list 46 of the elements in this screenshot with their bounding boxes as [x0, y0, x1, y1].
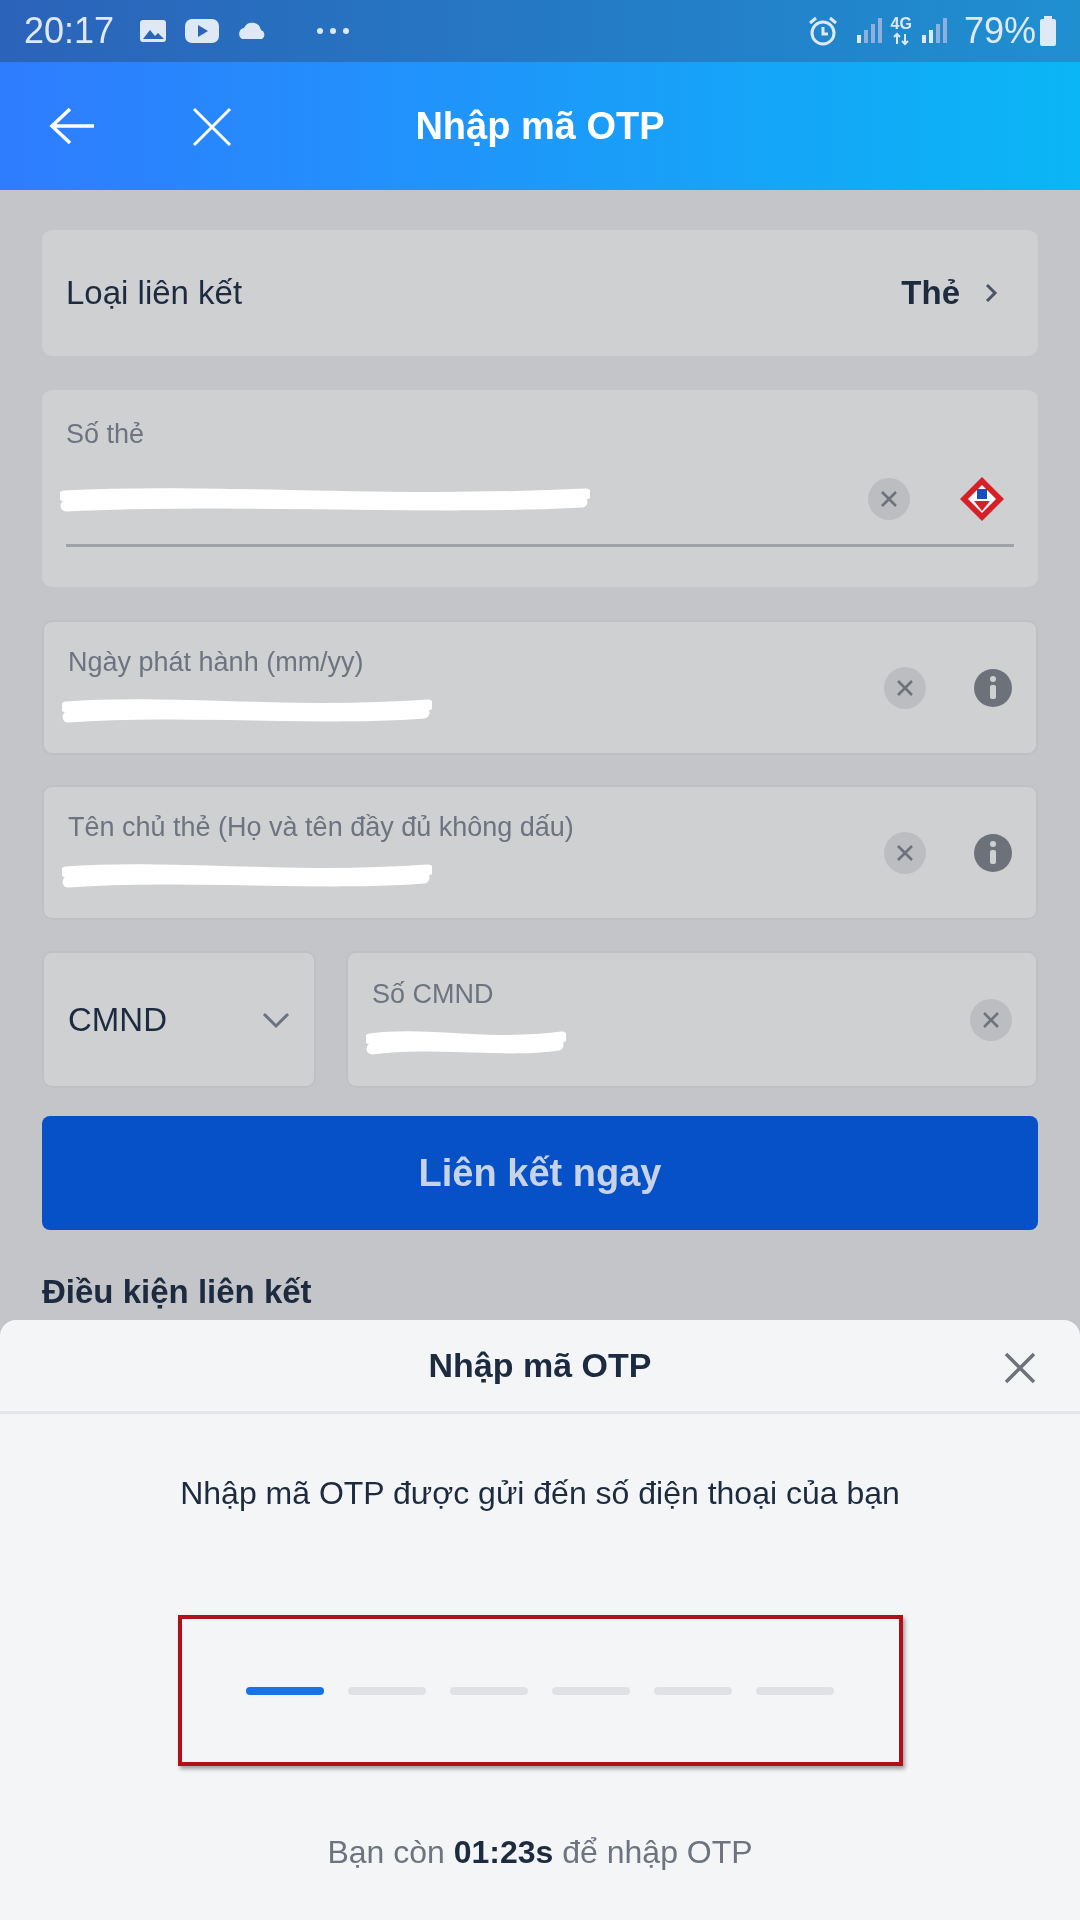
signal-icon — [854, 17, 883, 45]
alarm-icon — [806, 16, 839, 46]
link-type-label: Loại liên kết — [66, 273, 244, 314]
field-label: Ngày phát hành (mm/yy) — [68, 646, 365, 680]
video-icon — [184, 16, 221, 46]
battery-percent: 79% — [963, 9, 1036, 53]
link-now-button[interactable]: Liên kết ngay — [42, 1116, 1038, 1230]
info-icon[interactable] — [974, 833, 1012, 872]
card-number-field[interactable]: Số thẻ — [42, 390, 1038, 587]
otp-timer: Bạn còn 01:23s để nhập OTP — [326, 1833, 754, 1872]
clear-icon — [982, 1010, 1000, 1029]
section-title: Điều kiện liên kết — [42, 1274, 313, 1311]
status-time: 20:17 — [24, 9, 115, 53]
bank-logo-icon — [958, 475, 1006, 523]
back-button[interactable] — [48, 106, 96, 146]
clear-button[interactable] — [884, 831, 926, 874]
link-type-value: Thẻ — [901, 273, 960, 314]
text-field[interactable]: Tên chủ thẻ (Họ và tên đầy đủ không dấu) — [42, 785, 1038, 920]
screen-title: Nhập mã OTP — [415, 103, 665, 149]
info-icon[interactable] — [974, 668, 1012, 707]
otp-instruction: Nhập mã OTP được gửi đến số điện thoại của bạn — [179, 1474, 901, 1513]
network-label: 4G — [890, 16, 912, 32]
chevron-right-icon — [984, 282, 998, 304]
clear-icon — [896, 678, 914, 697]
battery-icon — [1040, 16, 1056, 46]
signal-icon — [919, 17, 948, 45]
data-arrows-icon — [893, 32, 910, 46]
id-type-value: CMND — [68, 999, 168, 1040]
gallery-icon — [138, 17, 169, 45]
close-button[interactable] — [1004, 1352, 1036, 1384]
field-label: Số CMND — [372, 978, 495, 1012]
chevron-down-icon — [262, 1010, 290, 1029]
sheet-title: Nhập mã OTP — [428, 1345, 652, 1386]
link-type-row[interactable]: Loại liên kết Thẻ — [42, 230, 1038, 356]
field-label: Tên chủ thẻ (Họ và tên đầy đủ không dấu) — [68, 811, 575, 845]
id-number-field[interactable]: Số CMND — [346, 951, 1038, 1088]
clear-button[interactable] — [884, 666, 926, 709]
id-type-select[interactable]: CMND — [42, 951, 316, 1088]
clear-button[interactable] — [868, 478, 910, 520]
otp-slot[interactable] — [246, 1686, 324, 1695]
clear-button[interactable] — [970, 998, 1012, 1041]
clear-icon — [896, 843, 914, 862]
field-label: Số thẻ — [66, 418, 146, 451]
more-icon — [316, 26, 351, 36]
text-field[interactable]: Ngày phát hành (mm/yy) — [42, 620, 1038, 755]
clear-icon — [880, 490, 898, 508]
